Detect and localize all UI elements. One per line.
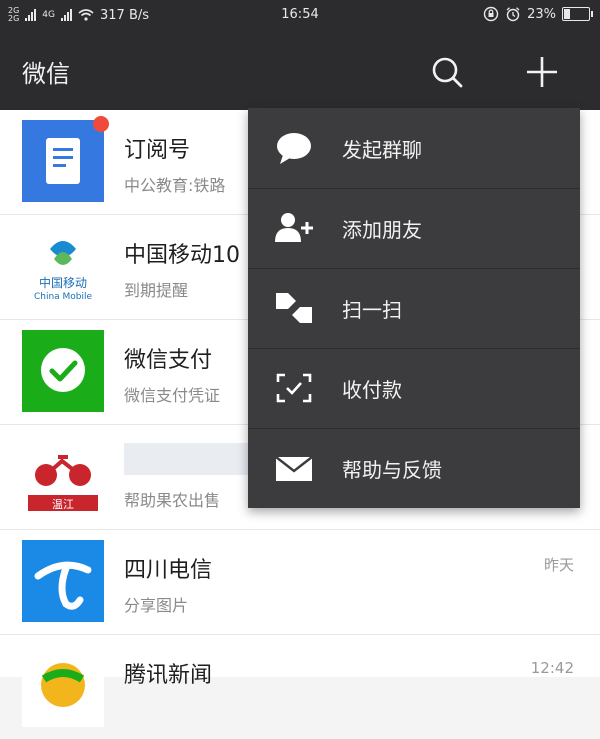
feedback-icon [275,456,313,481]
chat-preview: 到期提醒 [124,281,189,300]
chat-preview: 分享图片 [124,596,189,615]
page-title: 微信 [22,60,70,88]
chat-name: 腾讯新闻 [124,663,213,688]
menu-label: 添加朋友 [342,218,422,242]
blurred-name [124,443,264,475]
menu-label: 收付款 [342,378,402,402]
menu-item-scan[interactable]: 扫一扫 [248,268,580,349]
group-chat-icon [277,133,311,164]
status-bar: 2G 2G 4G 317 B/s 16:54 23% [0,0,600,32]
wechat-pay-icon [22,330,104,412]
chat-row-tencent-news[interactable]: 腾讯新闻 12:42 [0,635,600,739]
scan-icon [276,293,312,323]
search-icon[interactable] [427,52,467,92]
menu-item-group-chat[interactable]: 发起群聊 [248,108,580,189]
battery-icon [562,7,593,21]
plus-popup-menu: 发起群聊 添加朋友 扫一扫 收付款 帮助与反馈 [248,108,580,508]
menu-item-payment[interactable]: 收付款 [248,348,580,429]
subscription-icon [22,120,104,202]
plus-icon[interactable] [522,52,562,92]
chat-name: 微信支付 [124,348,213,373]
chat-name: 中国移动10 [124,243,240,268]
battery-percent: 23% [527,6,556,22]
chat-name: 订阅号 [124,138,191,163]
chat-preview: 帮助果农出售 [124,491,221,510]
add-friend-icon [275,213,313,242]
chat-preview: 微信支付凭证 [124,386,221,405]
unread-badge [93,116,109,132]
status-right: 23% [483,6,593,22]
chat-preview: 中公教育:铁路 [124,176,226,195]
menu-item-feedback[interactable]: 帮助与反馈 [248,428,580,508]
china-mobile-logo-cn: 中国移动 [39,275,87,290]
menu-label: 扫一扫 [342,298,402,322]
chat-time: 12:42 [530,659,574,677]
china-mobile-logo: 中国移动 China Mobile [22,225,104,307]
chat-row-china-telecom[interactable]: 四川电信 分享图片 昨天 [0,530,600,635]
nav-bar: 微信 [0,32,600,110]
chat-name: 四川电信 [124,558,213,583]
menu-item-add-friend[interactable]: 添加朋友 [248,188,580,269]
wenjiang-logo-text: 温江 [52,498,74,511]
payment-icon [276,373,312,403]
wenjiang-logo: 温江 [22,435,104,517]
chat-time: 昨天 [543,556,574,574]
battery-fill [564,9,570,19]
menu-label: 帮助与反馈 [342,458,442,482]
china-mobile-logo-en: China Mobile [34,292,93,302]
tencent-news-logo [22,645,104,727]
alarm-icon [506,7,520,22]
china-telecom-logo [22,540,104,622]
rotation-lock-icon [483,6,499,22]
menu-label: 发起群聊 [342,138,422,162]
